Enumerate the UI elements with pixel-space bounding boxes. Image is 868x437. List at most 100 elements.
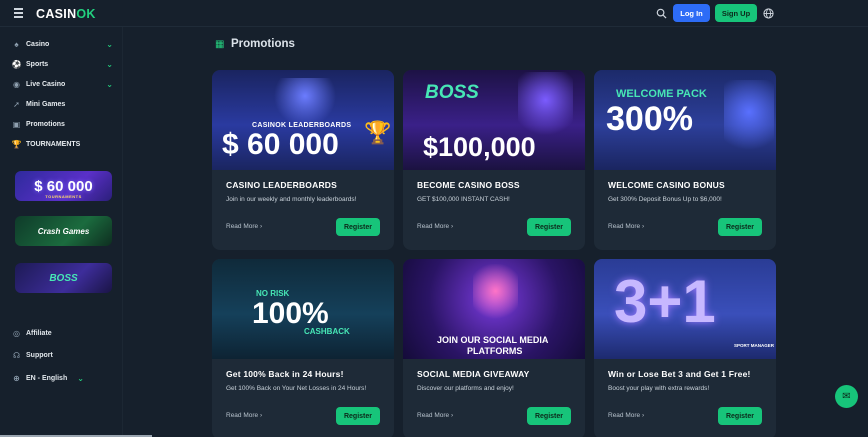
language-label: EN - English xyxy=(26,375,68,382)
promo-image: 3+1 SPORT MANAGER xyxy=(594,259,776,359)
card-title: SOCIAL MEDIA GIVEAWAY xyxy=(417,369,530,379)
chevron-down-icon: ⌄ xyxy=(106,79,113,89)
promo-card-casino-boss[interactable]: BOSS $100,000 BECOME CASINO BOSS GET $10… xyxy=(403,70,585,250)
sidebar-item-label: Affiliate xyxy=(26,330,52,337)
card-description: Join in our weekly and monthly leaderboa… xyxy=(226,196,357,203)
trophy-icon: 🏆 xyxy=(364,120,392,145)
chevron-down-icon: ⌄ xyxy=(77,374,84,383)
banner-text: $ 60 000 xyxy=(34,177,93,195)
sidebar-item-affiliate[interactable]: ◎ Affiliate xyxy=(12,329,52,338)
card-title: Get 100% Back in 24 Hours! xyxy=(226,369,344,379)
card-description: Get 300% Deposit Bonus Up to $6,000! xyxy=(608,196,722,203)
image-headline: 3+1 xyxy=(614,268,716,335)
sidebar: ♠ Casino ⌄ ⚽ Sports ⌄ ◉ Live Casino ⌄ ➚ Mini Ga… xyxy=(0,27,123,437)
language-selector[interactable]: ⊕ EN - English ⌄ xyxy=(12,374,84,383)
top-bar: CASINOK Log In Sign Up xyxy=(0,0,868,27)
search-icon[interactable] xyxy=(656,8,667,19)
image-headline: 300% xyxy=(606,100,693,138)
boss-banner[interactable]: BOSS xyxy=(15,263,112,293)
banner-subtext: TOURNAMENTS xyxy=(45,194,82,199)
chat-icon: ✉ xyxy=(842,391,851,402)
trophy-icon: 🏆 xyxy=(11,139,22,149)
sidebar-item-label: Casino xyxy=(26,40,50,48)
chat-button[interactable]: ✉ xyxy=(835,385,858,408)
gift-icon: ▦ xyxy=(215,38,225,50)
promo-card-cashback[interactable]: NO RISK 100% CASHBACK Get 100% Back in 2… xyxy=(212,259,394,437)
image-caption: SPORT MANAGER xyxy=(734,343,775,348)
promo-card-social-giveaway[interactable]: JOIN OUR SOCIAL MEDIA PLATFORMS SOCIAL M… xyxy=(403,259,585,437)
image-caption: BOSS xyxy=(425,82,479,103)
image-headline: 100% xyxy=(252,297,329,330)
sidebar-item-mini-games[interactable]: ➚ Mini Games xyxy=(12,97,112,111)
card-description: Discover our platforms and enjoy! xyxy=(417,385,514,392)
presenter-illustration xyxy=(473,264,518,324)
globe-icon[interactable] xyxy=(763,8,774,19)
sidebar-item-tournaments[interactable]: 🏆 TOURNAMENTS xyxy=(12,137,112,151)
image-subcaption: PLATFORMS xyxy=(467,346,523,356)
signup-button[interactable]: Sign Up xyxy=(715,4,757,22)
sidebar-item-label: Promotions xyxy=(26,120,65,128)
banner-text: Crash Games xyxy=(37,226,90,236)
promo-image: CASINOK LEADERBOARDS $ 60 000 🏆 xyxy=(212,70,394,170)
sidebar-item-sports[interactable]: ⚽ Sports ⌄ xyxy=(11,57,113,71)
ball-icon: ⚽ xyxy=(11,59,22,69)
read-more-link[interactable]: Read More › xyxy=(608,223,644,230)
promo-card-leaderboards[interactable]: CASINOK LEADERBOARDS $ 60 000 🏆 CASINO L… xyxy=(212,70,394,250)
register-button[interactable]: Register xyxy=(718,407,762,425)
sidebar-item-support[interactable]: ☊ Support xyxy=(12,351,53,360)
sidebar-item-label: Mini Games xyxy=(26,100,66,108)
image-caption: JOIN OUR SOCIAL MEDIA xyxy=(437,335,549,345)
read-more-link[interactable]: Read More › xyxy=(226,412,262,419)
promo-image: BOSS $100,000 xyxy=(403,70,585,170)
sidebar-item-casino[interactable]: ♠ Casino ⌄ xyxy=(12,37,113,51)
register-button[interactable]: Register xyxy=(527,218,571,236)
card-title: BECOME CASINO BOSS xyxy=(417,180,520,190)
banner-text: BOSS xyxy=(49,272,78,284)
register-button[interactable]: Register xyxy=(527,407,571,425)
login-button[interactable]: Log In xyxy=(673,4,710,22)
register-button[interactable]: Register xyxy=(336,407,380,425)
image-subcaption: CASHBACK xyxy=(304,327,350,336)
register-button[interactable]: Register xyxy=(336,218,380,236)
chevron-down-icon: ⌄ xyxy=(106,39,113,49)
cards-icon: ♠ xyxy=(14,39,19,49)
affiliate-icon: ◎ xyxy=(13,329,20,338)
sidebar-item-live-casino[interactable]: ◉ Live Casino ⌄ xyxy=(12,77,113,91)
globe-icon: ⊕ xyxy=(13,374,20,383)
card-description: Boost your play with extra rewards! xyxy=(608,385,710,392)
read-more-link[interactable]: Read More › xyxy=(226,223,262,230)
register-button[interactable]: Register xyxy=(718,218,762,236)
promo-image: JOIN OUR SOCIAL MEDIA PLATFORMS xyxy=(403,259,585,359)
dealer-illustration xyxy=(724,80,774,160)
card-title: Win or Lose Bet 3 and Get 1 Free! xyxy=(608,369,751,379)
gift-icon: ▣ xyxy=(12,119,21,129)
read-more-link[interactable]: Read More › xyxy=(417,412,453,419)
sidebar-item-label: Support xyxy=(26,352,53,359)
image-caption: WELCOME PACK xyxy=(616,88,707,100)
sidebar-item-label: TOURNAMENTS xyxy=(26,140,81,148)
promo-image: NO RISK 100% CASHBACK xyxy=(212,259,394,359)
sidebar-item-label: Live Casino xyxy=(26,80,66,88)
read-more-link[interactable]: Read More › xyxy=(608,412,644,419)
live-icon: ◉ xyxy=(13,79,20,89)
promo-card-welcome-bonus[interactable]: WELCOME PACK 300% WELCOME CASINO BONUS G… xyxy=(594,70,776,250)
chevron-down-icon: ⌄ xyxy=(106,59,113,69)
promo-card-bet-3-get-1[interactable]: 3+1 SPORT MANAGER Win or Lose Bet 3 and … xyxy=(594,259,776,437)
card-description: Get 100% Back on Your Net Losses in 24 H… xyxy=(226,385,367,392)
crash-games-banner[interactable]: Crash Games xyxy=(15,216,112,246)
page-title: ▦ Promotions xyxy=(215,38,295,50)
sidebar-item-promotions[interactable]: ▣ Promotions xyxy=(12,117,112,131)
menu-icon[interactable] xyxy=(14,8,23,18)
tournaments-banner[interactable]: $ 60 000 TOURNAMENTS xyxy=(15,171,112,201)
image-headline: $ 60 000 xyxy=(222,128,339,161)
headset-icon: ☊ xyxy=(12,351,21,360)
logo[interactable]: CASINOK xyxy=(36,7,96,21)
card-description: GET $100,000 INSTANT CASH! xyxy=(417,196,510,203)
card-title: WELCOME CASINO BONUS xyxy=(608,180,725,190)
read-more-link[interactable]: Read More › xyxy=(417,223,453,230)
characters-illustration xyxy=(270,78,340,123)
promo-image: WELCOME PACK 300% xyxy=(594,70,776,170)
page-title-text: Promotions xyxy=(231,38,295,50)
image-headline: $100,000 xyxy=(423,132,536,162)
card-title: CASINO LEADERBOARDS xyxy=(226,180,338,190)
